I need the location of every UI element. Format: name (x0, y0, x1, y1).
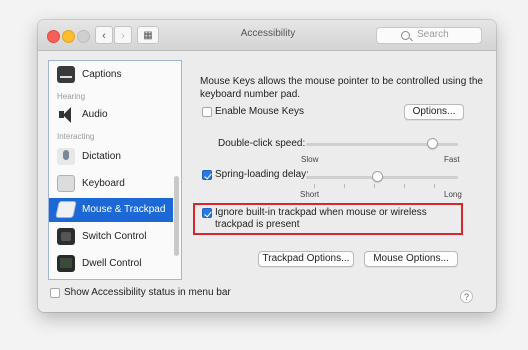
search-icon (401, 31, 410, 40)
sidebar-item-label: Dwell Control (82, 258, 142, 269)
spring-loading-long-label: Long (444, 190, 462, 199)
show-status-menu-bar-label: Show Accessibility status in menu bar (64, 287, 231, 298)
spring-loading-delay-knob[interactable] (371, 171, 383, 182)
search-field[interactable]: Search (376, 27, 482, 44)
mouse-options-button[interactable]: Mouse Options... (364, 251, 458, 267)
zoom-window-icon[interactable] (77, 30, 90, 43)
show-all-grid-button[interactable]: ▦ (137, 26, 159, 44)
double-click-speed-knob[interactable] (426, 138, 438, 149)
double-click-fast-label: Fast (444, 155, 460, 164)
captions-icon (57, 66, 75, 83)
keyboard-icon (57, 175, 75, 192)
slider-tick (404, 184, 405, 188)
enable-mouse-keys-label: Enable Mouse Keys (215, 106, 304, 117)
sidebar-item-label: Switch Control (82, 231, 147, 242)
mouse-keys-description: Mouse Keys allows the mouse pointer to b… (200, 76, 483, 100)
sidebar-item-dwell-control[interactable]: Dwell Control (49, 252, 173, 276)
preferences-window: ‹ › ▦ Accessibility Search Captions Hear… (38, 20, 496, 312)
back-button[interactable]: ‹ (95, 26, 113, 44)
forward-button[interactable]: › (114, 26, 132, 44)
microphone-icon (57, 148, 75, 165)
mouse-keys-options-button[interactable]: Options... (404, 104, 464, 120)
slider-tick (434, 184, 435, 188)
sidebar-item-label: Keyboard (82, 178, 125, 189)
category-sidebar: Captions Hearing Audio Interacting Dicta… (48, 60, 182, 280)
slider-tick (374, 184, 375, 188)
spring-loading-checkbox[interactable] (202, 170, 212, 180)
title-bar: ‹ › ▦ Accessibility Search (38, 20, 496, 51)
window-title: Accessibility (240, 28, 296, 39)
sidebar-item-captions[interactable]: Captions (49, 63, 173, 87)
enable-mouse-keys-checkbox[interactable] (202, 107, 212, 117)
speaker-icon (57, 106, 75, 123)
double-click-slow-label: Slow (301, 155, 319, 164)
sidebar-section-hearing: Hearing (57, 92, 86, 101)
sidebar-item-keyboard[interactable]: Keyboard (49, 172, 173, 196)
sidebar-item-mouse-trackpad[interactable]: Mouse & Trackpad (49, 198, 173, 222)
ignore-trackpad-checkbox[interactable] (202, 208, 212, 218)
dwell-control-icon (57, 255, 75, 272)
minimize-window-icon[interactable] (62, 30, 75, 43)
sidebar-item-label: Dictation (82, 151, 121, 162)
sidebar-section-interacting: Interacting (57, 132, 95, 141)
ignore-trackpad-label: Ignore built-in trackpad when mouse or w… (215, 207, 427, 230)
sidebar-item-switch-control[interactable]: Switch Control (49, 225, 173, 249)
sidebar-item-dictation[interactable]: Dictation (49, 145, 173, 169)
spring-loading-short-label: Short (300, 190, 320, 199)
sidebar-item-label: Captions (82, 69, 122, 80)
stage: ‹ › ▦ Accessibility Search Captions Hear… (0, 0, 528, 350)
spring-loading-delay-label: Spring-loading delay: (215, 169, 309, 180)
sidebar-item-label: Audio (82, 109, 108, 120)
search-placeholder: Search (417, 29, 449, 40)
switch-control-icon (57, 228, 75, 245)
slider-tick (344, 184, 345, 188)
trackpad-icon (55, 201, 77, 218)
close-window-icon[interactable] (47, 30, 60, 43)
show-status-menu-bar-checkbox[interactable] (50, 288, 60, 298)
sidebar-item-audio[interactable]: Audio (49, 103, 173, 127)
double-click-speed-label: Double-click speed: (218, 138, 306, 149)
sidebar-item-label: Mouse & Trackpad (82, 204, 166, 215)
trackpad-options-button[interactable]: Trackpad Options... (258, 251, 354, 267)
sidebar-scrollbar[interactable] (174, 176, 179, 256)
help-button[interactable]: ? (460, 290, 473, 303)
slider-tick (314, 184, 315, 188)
